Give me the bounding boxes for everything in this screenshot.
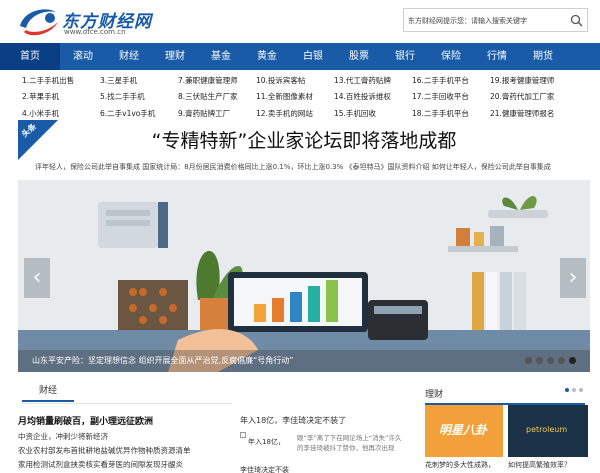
finance-top-story[interactable]: 月均销量刷破百，副小理远征欧洲 xyxy=(18,414,153,427)
thumb-2-caption[interactable]: 如何提高繁殖效率？ xyxy=(508,460,571,470)
main-nav: 首页 滚动 财经 理财 基金 黄金 白银 股票 银行 保险 行情 期货 xyxy=(0,43,600,70)
quick-link[interactable]: 8.三伏贴生产厂家 xyxy=(178,91,256,102)
header: 东方财经网 www.dfce.com.cn xyxy=(0,0,600,42)
quick-link[interactable]: 18.二手手机平台 xyxy=(412,108,490,119)
nav-insurance[interactable]: 保险 xyxy=(428,43,474,70)
carousel-dot[interactable] xyxy=(536,357,543,364)
middle-story-link[interactable]: 李佳琦决定不装 xyxy=(240,465,289,473)
headline-link[interactable]: “专精特新”企业家论坛即将落地成都 xyxy=(18,126,590,153)
site-logo[interactable]: 东方财经网 www.dfce.com.cn xyxy=(16,4,151,38)
quick-link[interactable]: 5.找二手手机 xyxy=(100,91,178,102)
thumb-1-text: 明星八卦 xyxy=(439,423,488,437)
carousel-prev-button[interactable]: ‹ xyxy=(24,258,50,298)
search-box xyxy=(403,8,588,32)
section-divider xyxy=(22,403,232,404)
middle-story-summary: 眼“李”离了下在网论场上“消失”许久的李佳琦被抖了赞你，他再次出现 xyxy=(297,434,402,452)
quick-link[interactable]: 21.健康管理师报名 xyxy=(490,108,568,119)
hero-illustration xyxy=(18,196,590,372)
carousel-dot[interactable] xyxy=(547,357,554,364)
nav-silver[interactable]: 白银 xyxy=(290,43,336,70)
middle-story-image[interactable]: 年入18亿， xyxy=(240,432,295,460)
quick-link[interactable]: 4.小米手机 xyxy=(22,108,100,119)
quick-link[interactable]: 19.报考健康管理师 xyxy=(490,75,568,86)
thumb-1-caption[interactable]: 花刺梦的多大性成熟， xyxy=(425,460,495,470)
carousel-caption-bar: 山东平安产险：坚定理想信念 组织开展全面从严治党,反腐倡廉“号角行动” xyxy=(18,350,590,372)
nav-banks[interactable]: 银行 xyxy=(382,43,428,70)
list-item[interactable]: 家用检测试剂盒挟卖核实看芽医的间隙发现牙龈炎 xyxy=(18,458,233,472)
image-alt-text: 年入18亿， xyxy=(248,438,285,446)
quick-link[interactable]: 1.二手手机出售 xyxy=(22,75,100,86)
nav-futures[interactable]: 期货 xyxy=(520,43,566,70)
quick-link[interactable]: 20.膏药代加工厂家 xyxy=(490,91,568,102)
quick-link[interactable]: 3.三星手机 xyxy=(100,75,178,86)
quick-link[interactable]: 16.二手手机平台 xyxy=(412,75,490,86)
pager-dot[interactable] xyxy=(579,388,583,392)
quick-link[interactable]: 13.代工膏药贴牌 xyxy=(334,75,412,86)
list-item[interactable]: 中资企业，冲刺少将新经济 xyxy=(18,430,233,444)
quick-link[interactable]: 9.膏药贴牌工厂 xyxy=(178,108,256,119)
broken-image-icon xyxy=(240,432,246,438)
quick-link[interactable]: 14.百姓投诉维权 xyxy=(334,91,412,102)
list-item[interactable]: 农业农村部发布首批耕地盐碱优异作物种质资源清单 xyxy=(18,444,233,458)
quick-link[interactable]: 12.卖手机的网站 xyxy=(256,108,334,119)
tab-finance[interactable]: 财经 xyxy=(22,382,74,402)
pager-dot-active[interactable] xyxy=(565,388,569,392)
hero-carousel[interactable]: ‹ › 山东平安产险：坚定理想信念 组织开展全面从严治党,反腐倡廉“号角行动” xyxy=(18,180,590,372)
middle-story-title[interactable]: 年入18亿，李佳琦决定不装了 xyxy=(240,415,346,426)
link-row: 1.二手手机出售 3.三星手机 7.兼职健康管理师 10.投诉宾客帖 13.代工… xyxy=(22,72,592,89)
carousel-dot[interactable] xyxy=(525,357,532,364)
link-row: 2.苹果手机 5.找二手手机 8.三伏贴生产厂家 11.全新图像素材 14.百姓… xyxy=(22,89,592,106)
nav-gold[interactable]: 黄金 xyxy=(244,43,290,70)
carousel-next-button[interactable]: › xyxy=(560,258,586,298)
quick-link[interactable]: 11.全新图像素材 xyxy=(256,91,334,102)
quick-link[interactable]: 2.苹果手机 xyxy=(22,91,100,102)
carousel-dots xyxy=(525,357,576,364)
nav-funds[interactable]: 基金 xyxy=(198,43,244,70)
finance-list: 中资企业，冲刺少将新经济 农业农村部发布首批耕地盐碱优异作物种质资源清单 家用检… xyxy=(18,430,233,472)
nav-finance[interactable]: 财经 xyxy=(106,43,152,70)
nav-wealth[interactable]: 理财 xyxy=(152,43,198,70)
pager-dot[interactable] xyxy=(572,388,576,392)
search-input[interactable] xyxy=(408,14,568,27)
thumb-2-text: petroleum xyxy=(526,425,568,434)
quick-link[interactable]: 15.手机回收 xyxy=(334,108,412,119)
wealth-thumb-2[interactable]: petroleum xyxy=(508,405,588,457)
quick-link[interactable]: 10.投诉宾客帖 xyxy=(256,75,334,86)
quick-link[interactable]: 7.兼职健康管理师 xyxy=(178,75,256,86)
search-icon[interactable] xyxy=(570,14,583,27)
quick-links: 1.二手手机出售 3.三星手机 7.兼职健康管理师 10.投诉宾客帖 13.代工… xyxy=(22,72,592,122)
site-url: www.dfce.com.cn xyxy=(64,28,126,36)
carousel-caption[interactable]: 山东平安产险：坚定理想信念 组织开展全面从严治党,反腐倡廉“号角行动” xyxy=(32,355,293,366)
carousel-dot-active[interactable] xyxy=(569,357,576,364)
nav-stocks[interactable]: 股票 xyxy=(336,43,382,70)
nav-market[interactable]: 行情 xyxy=(474,43,520,70)
wealth-pager xyxy=(565,388,583,392)
logo-swoosh-icon xyxy=(20,9,58,36)
news-ticker[interactable]: 评年轻人，保险公司此举自事集成 国家统计局：8月份居民消费价格同比上涨0.1%，… xyxy=(35,162,595,172)
wealth-thumb-1[interactable]: 明星八卦 xyxy=(425,405,503,457)
carousel-dot[interactable] xyxy=(558,357,565,364)
headline-block: 头条 “专精特新”企业家论坛即将落地成都 xyxy=(18,120,590,160)
tab-wealth[interactable]: 理财 xyxy=(425,387,443,400)
quick-link[interactable]: 17.二手回收平台 xyxy=(412,91,490,102)
nav-home[interactable]: 首页 xyxy=(0,43,60,70)
nav-rolling[interactable]: 滚动 xyxy=(60,43,106,70)
quick-link[interactable]: 6.二手v1vo手机 xyxy=(100,108,178,119)
